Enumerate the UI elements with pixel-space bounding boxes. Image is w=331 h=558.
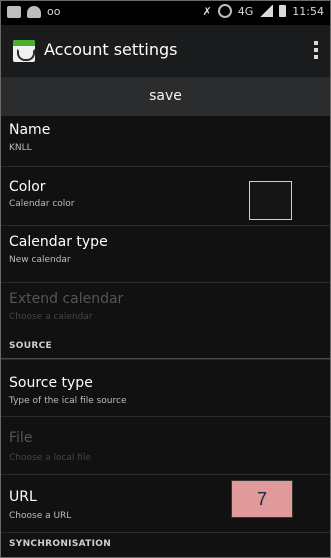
setting-title: Extend calendar [9,291,124,307]
page-title: Account settings [44,40,178,59]
status-left-icons: oo [7,5,60,18]
mute-icon: ✗ [202,4,212,18]
setting-row-source-type[interactable]: Source type Type of the ical file source [1,359,330,417]
save-button[interactable]: save [1,78,330,115]
setting-subtitle: Choose a calendar [9,312,93,322]
battery-icon [279,5,287,17]
setting-title: Calendar type [9,234,108,250]
setting-row-calendar-type[interactable]: Calendar type New calendar [1,225,330,283]
setting-subtitle: KNLL [9,143,32,153]
setting-title: Source type [9,375,93,391]
color-swatch[interactable] [249,181,292,220]
setting-subtitle: New calendar [9,255,71,265]
section-header-label: SOURCE [9,341,52,351]
setting-subtitle: Choose a URL [9,511,72,521]
image-icon [7,5,21,18]
section-header-label: SYNCHRONISATION [9,539,112,549]
alarm-icon [217,4,232,18]
screenshot-frame: oo ✗ 4G 11:54 Account settings save Name… [0,0,331,558]
setting-row-file: File Choose a local file [1,416,330,475]
setting-subtitle: Choose a local file [9,453,92,463]
voicemail-icon: oo [47,5,61,18]
setting-row-name[interactable]: Name KNLL [1,115,330,167]
setting-subtitle: Type of the ical file source [9,396,127,406]
setting-title: Color [9,179,46,195]
setting-title: URL [9,489,37,505]
signal-icon [259,5,274,17]
section-header-synchronisation: SYNCHRONISATION [1,532,330,553]
setting-row-color[interactable]: Color Calendar color [1,166,330,226]
status-bar: oo ✗ 4G 11:54 [1,1,330,25]
save-bar: save [1,78,330,116]
action-bar: Account settings [1,25,330,78]
cloud-icon [27,5,41,18]
status-right-icons: ✗ 4G 11:54 [203,4,324,18]
section-header-source: SOURCE [1,338,330,359]
network-4g-icon: 4G [237,4,254,18]
setting-title: Name [9,122,51,138]
setting-subtitle: Calendar color [9,199,75,209]
annotation-number-box: 7 [231,480,293,518]
setting-title: File [9,430,33,446]
calendar-sync-icon[interactable] [13,40,35,62]
setting-row-extend-calendar: Extend calendar Choose a calendar [1,282,330,339]
overflow-menu-icon[interactable] [314,41,318,59]
status-time: 11:54 [292,4,324,18]
